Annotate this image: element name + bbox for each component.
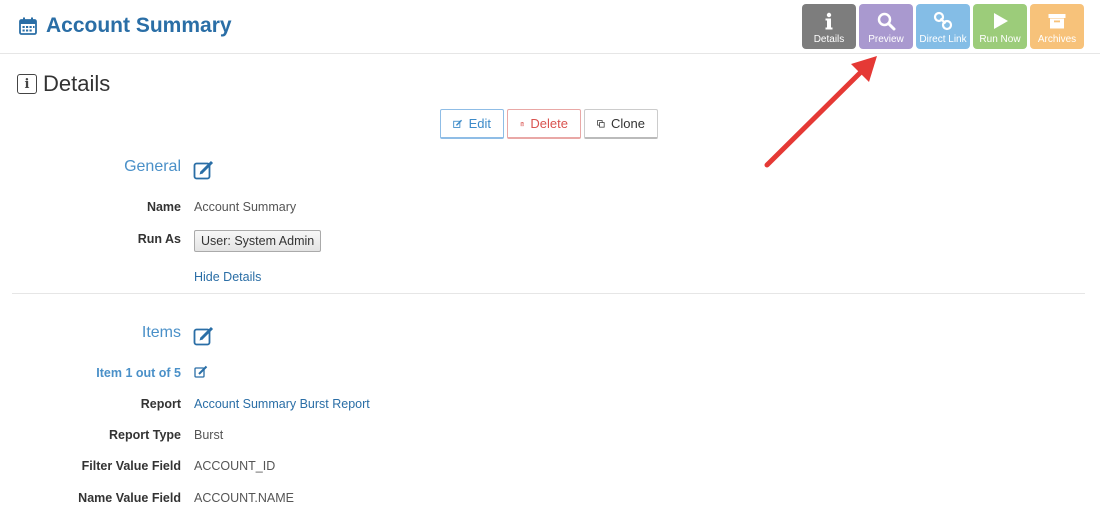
delete-button-label: Delete (530, 116, 568, 131)
run-now-button-label: Run Now (979, 34, 1021, 45)
edit-button[interactable]: Edit (440, 109, 504, 139)
run-now-button[interactable]: Run Now (973, 4, 1027, 49)
trash-icon (520, 121, 524, 126)
direct-link-button-label: Direct Link (919, 34, 967, 45)
play-icon (994, 13, 1008, 29)
archives-button[interactable]: Archives (1030, 4, 1084, 49)
name-value: Account Summary (194, 200, 297, 214)
page-title: Account Summary (18, 14, 232, 38)
filter-value-field-label: Filter Value Field (81, 459, 181, 473)
details-heading-text: Details (43, 71, 111, 96)
items-section-title: Items (141, 324, 181, 341)
details-button[interactable]: Details (802, 4, 856, 49)
direct-link-button[interactable]: Direct Link (916, 4, 970, 49)
run-as-label: Run As (137, 232, 181, 246)
report-link[interactable]: Account Summary Burst Report (194, 397, 370, 411)
section-divider (12, 293, 1085, 294)
clone-button-label: Clone (611, 116, 645, 131)
report-type-label: Report Type (109, 428, 181, 442)
general-section-title: General (124, 158, 181, 175)
copy-icon (597, 119, 605, 128)
hide-details-link[interactable]: Hide Details (194, 270, 261, 284)
toolbar: Details Preview Direct Link Run Now Arch… (802, 4, 1084, 49)
page-title-text: Account Summary (46, 14, 232, 37)
edit-items-icon[interactable] (193, 325, 215, 347)
annotation-arrow (764, 56, 877, 168)
edit-button-label: Edit (468, 116, 491, 131)
action-buttons: Edit Delete Clone (440, 109, 658, 139)
clone-button[interactable]: Clone (584, 109, 658, 139)
info-icon: i (17, 74, 37, 94)
preview-button-label: Preview (868, 34, 904, 45)
name-value-field-value: ACCOUNT.NAME (194, 491, 295, 505)
delete-button[interactable]: Delete (507, 109, 581, 139)
info-icon (825, 12, 833, 30)
report-label: Report (140, 397, 181, 411)
calendar-icon (19, 17, 37, 35)
filter-value-field-value: ACCOUNT_ID (194, 459, 276, 473)
archives-button-label: Archives (1037, 34, 1077, 45)
details-heading: i Details (17, 71, 110, 97)
edit-item-icon[interactable] (194, 365, 208, 379)
name-value-field-label: Name Value Field (78, 491, 181, 505)
details-button-label: Details (813, 34, 845, 45)
run-as-button[interactable]: User: System Admin (194, 230, 322, 252)
report-type-value: Burst (194, 428, 224, 442)
edit-icon (453, 119, 463, 128)
page-header: Account Summary Details Preview Direct L… (0, 0, 1100, 54)
name-label: Name (146, 200, 181, 214)
link-icon (933, 11, 953, 31)
search-icon (877, 12, 896, 31)
edit-general-icon[interactable] (193, 159, 215, 181)
archive-box-icon (1048, 14, 1066, 29)
item-counter-label: Item 1 out of 5 (96, 366, 181, 380)
preview-button[interactable]: Preview (859, 4, 913, 49)
